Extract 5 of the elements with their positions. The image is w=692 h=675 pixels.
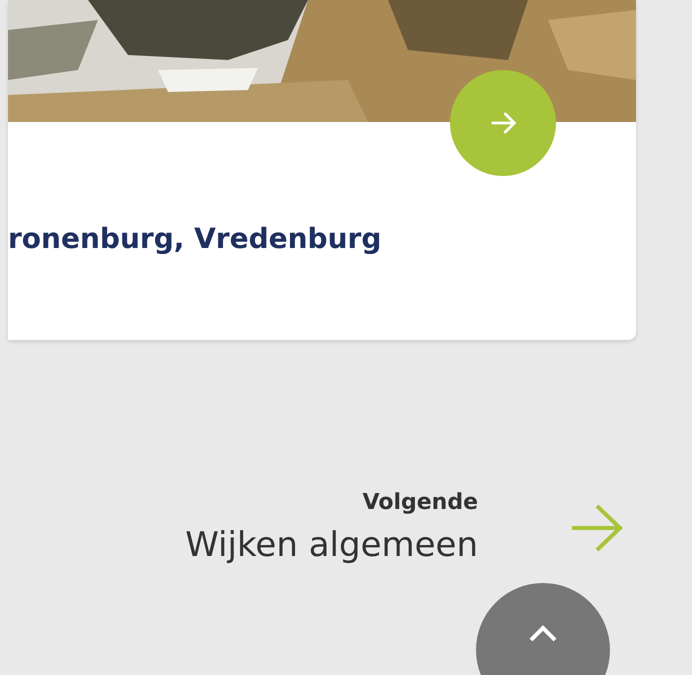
arrow-right-icon[interactable]: [570, 502, 624, 552]
next-label: Volgende: [362, 490, 478, 515]
chevron-up-icon: [528, 623, 558, 643]
next-link[interactable]: Wijken algemeen: [185, 525, 478, 565]
card-title[interactable]: ronenburg, Vredenburg: [8, 222, 636, 255]
